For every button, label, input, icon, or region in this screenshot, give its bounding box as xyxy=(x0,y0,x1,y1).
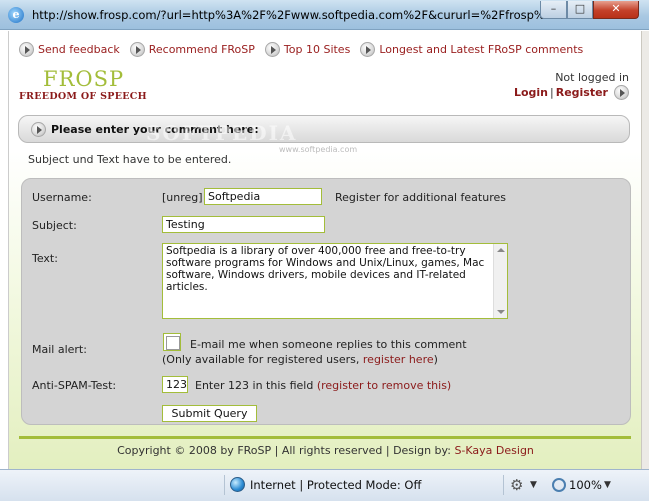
window-title: http://show.frosp.com/?url=http%3A%2F%2F… xyxy=(32,8,584,22)
nav-label[interactable]: Send feedback xyxy=(38,43,120,56)
username-input[interactable]: Softpedia xyxy=(204,188,322,205)
mail-alert-checkbox[interactable] xyxy=(163,333,181,351)
text-area-scrollbar[interactable] xyxy=(493,244,507,318)
text-label: Text: xyxy=(32,252,58,265)
antispam-hint-text: Enter 123 in this field xyxy=(195,379,314,392)
logo-title: FROSP xyxy=(43,67,125,91)
username-label: Username: xyxy=(32,191,92,204)
mail-alert-note: (Only available for registered users, re… xyxy=(162,353,438,366)
comment-banner: Please enter your comment here: xyxy=(18,115,630,143)
footer-text: Copyright © 2008 by FRoSP | All rights r… xyxy=(117,444,455,457)
register-remove-link[interactable]: (register to remove this) xyxy=(317,379,451,392)
nav-send-feedback[interactable]: Send feedback xyxy=(19,39,120,59)
nav-label[interactable]: Top 10 Sites xyxy=(284,43,350,56)
chevron-down-icon[interactable]: ▼ xyxy=(604,480,611,490)
arrow-icon[interactable] xyxy=(614,85,629,100)
footer: Copyright © 2008 by FRoSP | All rights r… xyxy=(9,444,641,457)
text-area[interactable]: Softpedia is a library of over 400,000 f… xyxy=(162,243,508,319)
antispam-input[interactable]: 123 xyxy=(162,376,188,393)
login-status: Not logged in xyxy=(555,71,629,84)
login-panel: Not logged in Login | Register xyxy=(514,71,629,100)
scroll-down-icon[interactable] xyxy=(497,310,505,314)
status-separator xyxy=(224,475,225,495)
protected-mode-icon[interactable]: ⚙ xyxy=(510,476,523,494)
arrow-icon xyxy=(129,41,145,57)
login-link[interactable]: Login xyxy=(514,86,548,100)
nav-label[interactable]: Longest and Latest FRoSP comments xyxy=(379,43,583,56)
zoom-level[interactable]: 100% xyxy=(569,478,602,492)
window-title-bar: e http://show.frosp.com/?url=http%3A%2F%… xyxy=(0,0,649,30)
mail-note-suffix: ) xyxy=(433,353,438,366)
arrow-icon xyxy=(360,41,376,57)
softpedia-watermark: SOFTPEDIA xyxy=(146,121,298,145)
close-button[interactable]: ✕ xyxy=(593,1,639,19)
footer-divider xyxy=(19,436,631,439)
zoom-icon[interactable] xyxy=(552,478,566,492)
page-scrollbar[interactable] xyxy=(641,31,649,469)
login-separator: | xyxy=(550,85,554,99)
validation-notice: Subject und Text have to be entered. xyxy=(28,153,232,166)
page-content: Send feedback Recommend FRoSP Top 10 Sit… xyxy=(8,31,641,469)
login-links: Login | Register xyxy=(514,85,629,100)
mail-note-prefix: (Only available for registered users, xyxy=(162,353,363,366)
chevron-down-icon[interactable]: ▼ xyxy=(530,480,537,490)
frosp-logo[interactable]: FROSP FREEDOM OF SPEECH xyxy=(19,67,169,103)
comment-form: Username: [unreg] Softpedia Register for… xyxy=(21,178,631,425)
register-here-link[interactable]: register here xyxy=(363,353,434,366)
status-separator xyxy=(503,475,504,495)
arrow-icon xyxy=(264,41,280,57)
design-link[interactable]: S-Kaya Design xyxy=(454,444,533,457)
arrow-icon xyxy=(31,121,46,137)
antispam-hint: Enter 123 in this field (register to rem… xyxy=(195,379,451,392)
scroll-up-icon[interactable] xyxy=(497,248,505,252)
nav-recommend-frosp[interactable]: Recommend FRoSP xyxy=(129,39,255,59)
security-zone[interactable]: Internet | Protected Mode: Off xyxy=(250,478,421,492)
mail-alert-text: E-mail me when someone replies to this c… xyxy=(190,338,467,351)
register-features-link[interactable]: Register for additional features xyxy=(335,191,506,204)
logo-tagline: FREEDOM OF SPEECH xyxy=(19,91,147,102)
status-bar: Internet | Protected Mode: Off ⚙ ▼ 100% … xyxy=(0,469,649,501)
maximize-button[interactable]: □ xyxy=(567,1,593,19)
submit-button[interactable]: Submit Query xyxy=(162,405,257,422)
antispam-label: Anti-SPAM-Test: xyxy=(32,379,117,392)
mail-alert-label: Mail alert: xyxy=(32,343,87,356)
nav-longest-latest-comments[interactable]: Longest and Latest FRoSP comments xyxy=(360,39,583,59)
register-link[interactable]: Register xyxy=(556,86,608,100)
top-navigation: Send feedback Recommend FRoSP Top 10 Sit… xyxy=(19,39,583,59)
text-area-content: Softpedia is a library of over 400,000 f… xyxy=(166,245,485,293)
nav-top-10-sites[interactable]: Top 10 Sites xyxy=(264,39,350,59)
arrow-icon xyxy=(19,41,34,57)
subject-label: Subject: xyxy=(32,219,77,232)
globe-icon xyxy=(230,477,245,492)
nav-label[interactable]: Recommend FRoSP xyxy=(149,43,255,56)
minimize-button[interactable]: – xyxy=(540,1,567,19)
username-prefix: [unreg] xyxy=(162,191,203,204)
watermark-url: www.softpedia.com xyxy=(279,145,358,154)
subject-input[interactable]: Testing xyxy=(162,216,325,233)
browser-icon: e xyxy=(8,7,24,23)
